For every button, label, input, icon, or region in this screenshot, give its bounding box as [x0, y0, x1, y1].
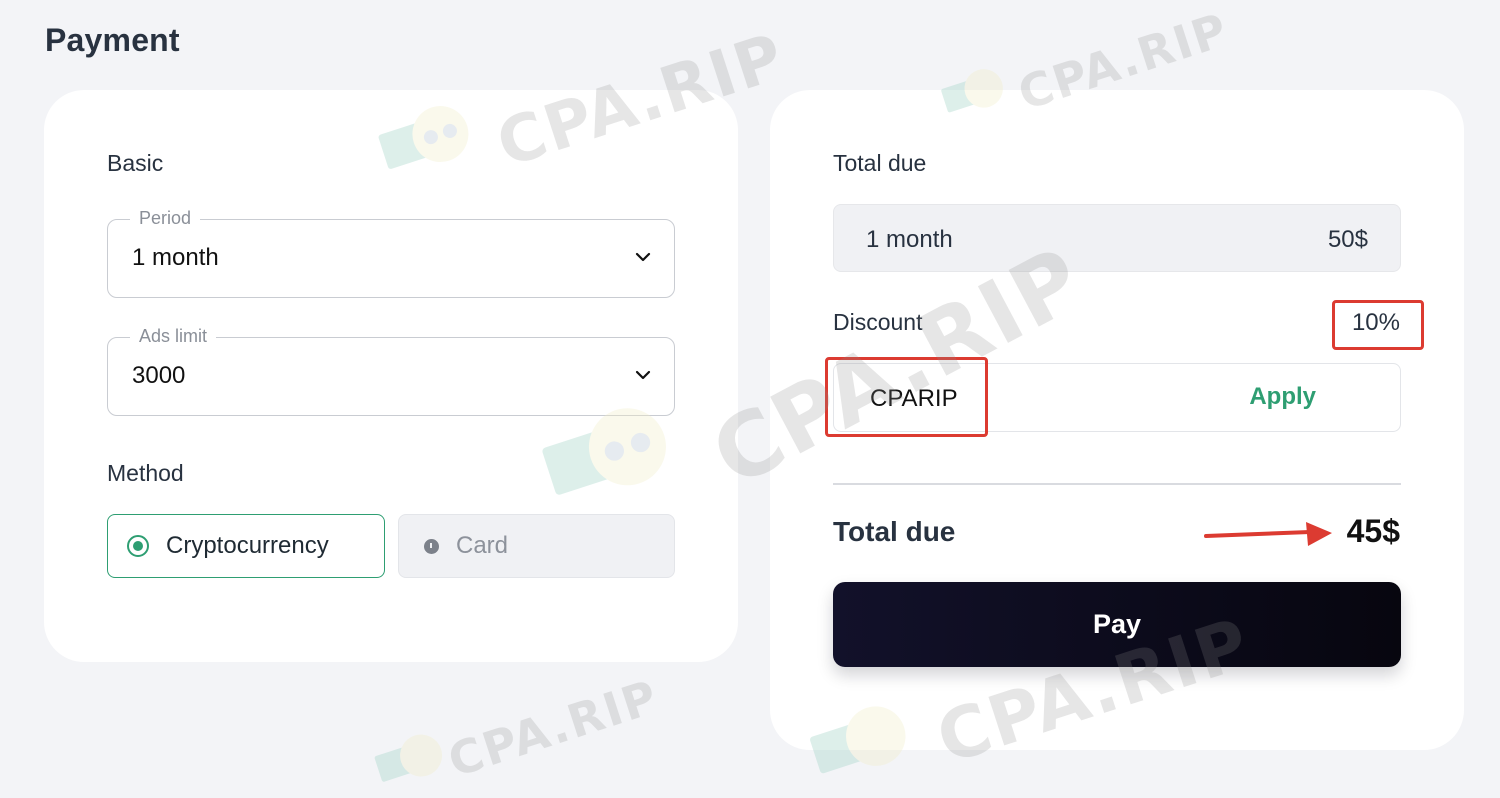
method-option-card[interactable]: Card [398, 514, 675, 578]
ads-limit-select[interactable]: Ads limit 3000 [107, 326, 675, 416]
method-option-cryptocurrency[interactable]: Cryptocurrency [107, 514, 385, 578]
order-summary-card: Total due 1 month 50$ Discount 10% CPARI… [770, 90, 1464, 750]
chevron-down-icon [635, 252, 651, 262]
period-select[interactable]: Period 1 month [107, 208, 675, 298]
page-title: Payment [45, 22, 180, 58]
discount-label: Discount [833, 309, 923, 335]
annotation-highlight-box [1332, 300, 1424, 350]
period-legend: Period [130, 208, 201, 229]
arrow-right-icon [1204, 522, 1332, 546]
watermark-text: CPA.RIP [441, 669, 666, 788]
total-amount: 45$ [1346, 513, 1400, 549]
radio-selected-icon [127, 535, 149, 557]
apply-coupon-button[interactable]: Apply [1249, 383, 1316, 411]
period-value: 1 month [132, 244, 219, 271]
basic-section-label: Basic [107, 150, 164, 176]
line-item-price: 50$ [1327, 226, 1368, 253]
total-due-label: Total due [833, 516, 956, 547]
chevron-down-icon [635, 370, 651, 380]
divider [833, 483, 1401, 485]
method-option-label: Cryptocurrency [166, 532, 329, 559]
pay-button[interactable]: Pay [833, 582, 1401, 667]
plan-options-card: Basic Period 1 month Ads limit 3000 Meth… [44, 90, 738, 662]
annotation-highlight-box [825, 357, 988, 437]
ads-limit-legend: Ads limit [130, 326, 217, 347]
method-section-label: Method [107, 460, 184, 486]
line-item-row: 1 month 50$ [833, 204, 1401, 272]
method-option-label: Card [456, 532, 509, 559]
total-due-heading: Total due [833, 150, 927, 176]
ads-limit-value: 3000 [132, 362, 186, 389]
clock-icon [424, 538, 439, 554]
line-item-name: 1 month [866, 226, 953, 253]
watermark-logo [374, 734, 443, 782]
